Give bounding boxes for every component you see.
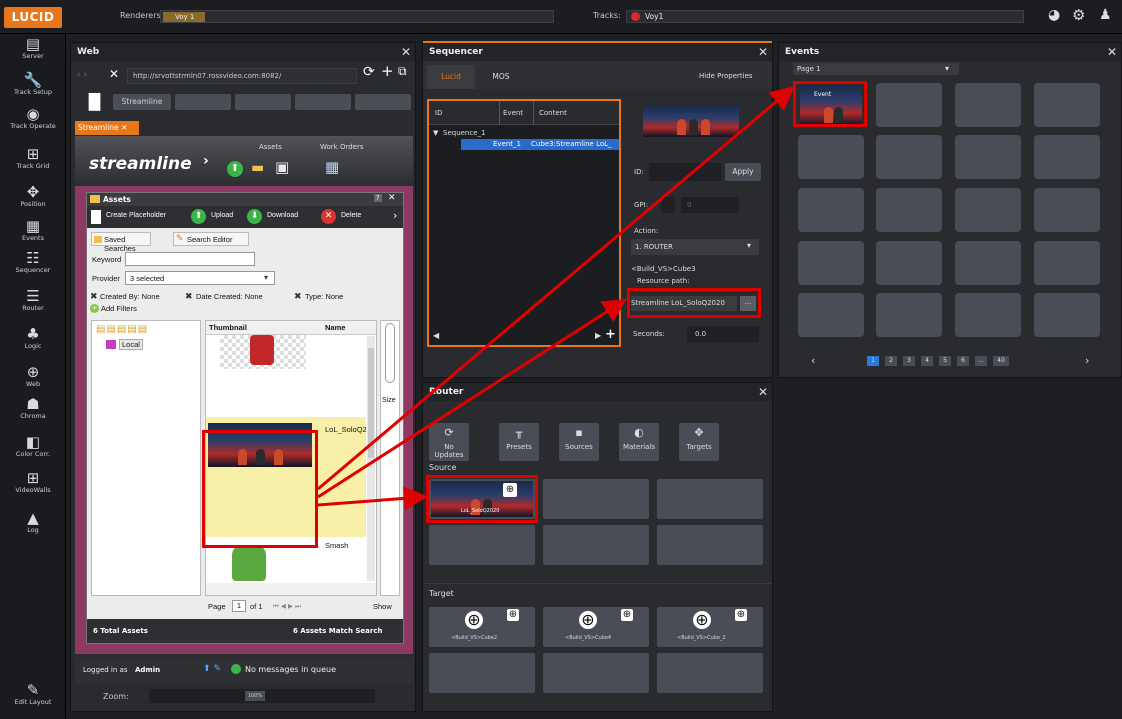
annotation-arrows bbox=[317, 86, 795, 511]
arrow-to-resource bbox=[317, 298, 628, 499]
arrow-to-events bbox=[317, 86, 795, 491]
arrow-to-source bbox=[317, 486, 428, 511]
